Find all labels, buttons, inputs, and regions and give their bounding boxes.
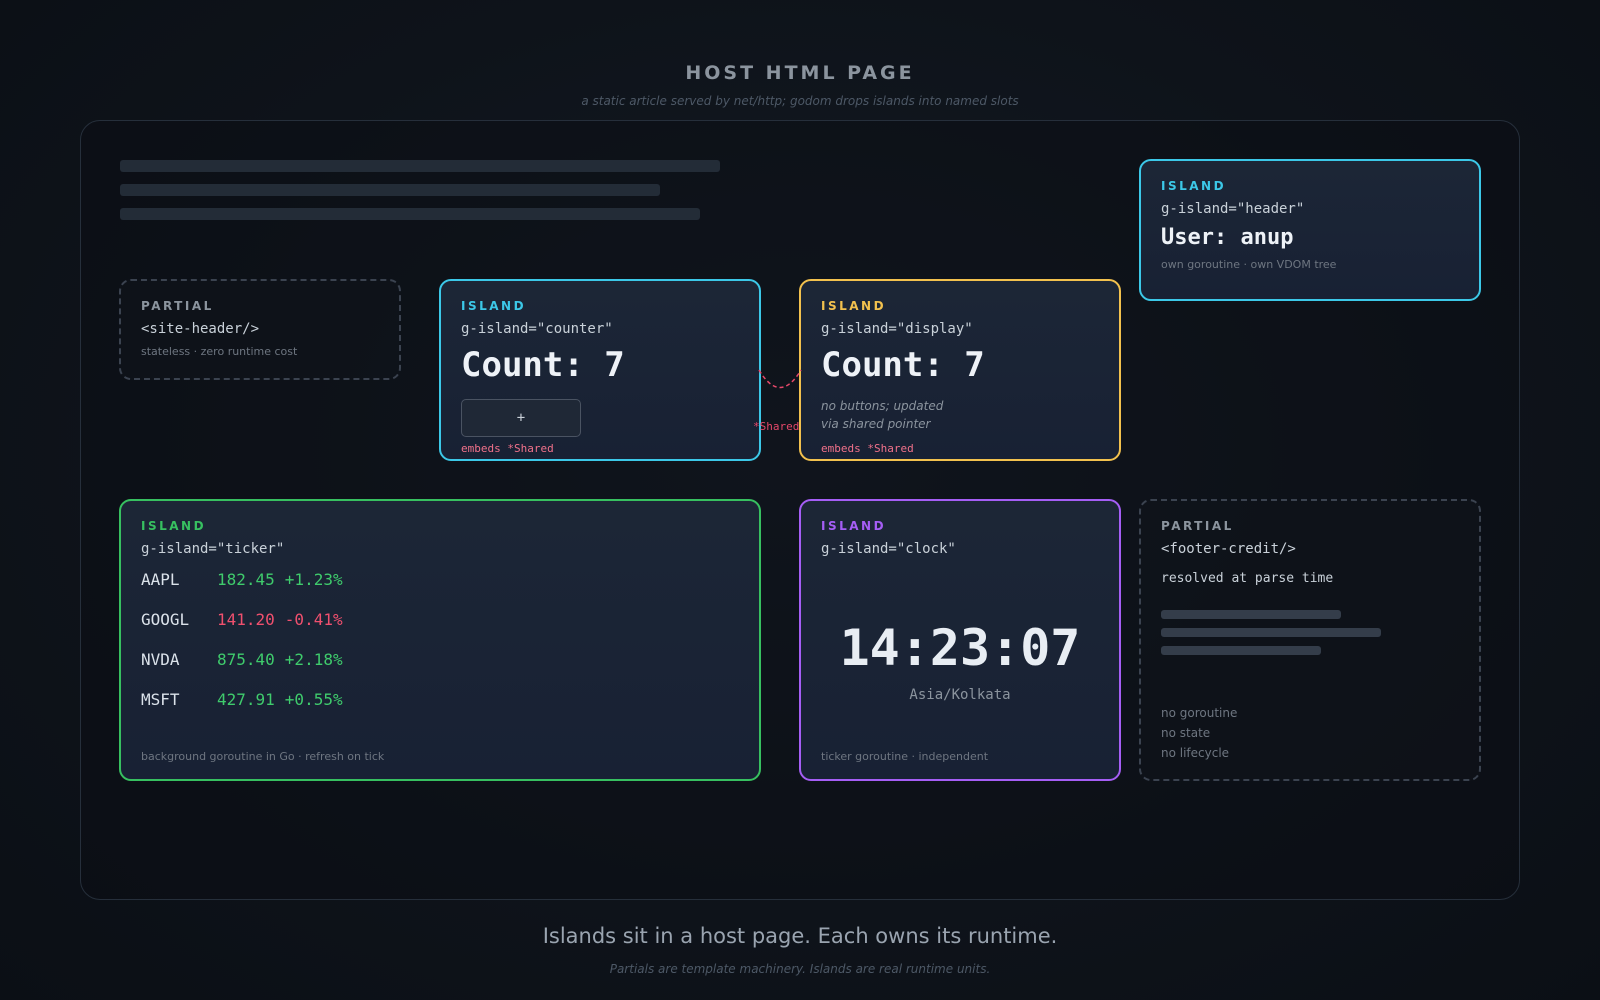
ticker-symbol: AAPL bbox=[141, 569, 180, 589]
ticker-row: MSFT 427.91 +0.55% bbox=[141, 679, 739, 719]
display-note-line-1: no buttons; updated bbox=[821, 399, 944, 413]
ticker-island: ISLAND g-island="ticker" AAPL 182.45 +1.… bbox=[119, 499, 761, 781]
partial-content-placeholder-3 bbox=[1161, 646, 1321, 655]
header-island: ISLAND g-island="header" User: anup own … bbox=[1139, 159, 1481, 301]
island-attribute: g-island="counter" bbox=[461, 321, 613, 337]
ticker-symbol: MSFT bbox=[141, 689, 180, 709]
island-note: background goroutine in Go · refresh on … bbox=[141, 750, 385, 763]
display-value: Count: 7 bbox=[821, 345, 985, 385]
footer-credit-partial: PARTIAL <footer-credit/> resolved at par… bbox=[1139, 499, 1481, 781]
ticker-change: +1.23% bbox=[284, 569, 343, 589]
island-kind-label: ISLAND bbox=[821, 299, 887, 313]
island-kind-label: ISLAND bbox=[461, 299, 527, 313]
island-note: ticker goroutine · independent bbox=[821, 750, 989, 763]
counter-island: ISLAND g-island="counter" Count: 7 + emb… bbox=[439, 279, 761, 461]
embeds-shared-label: embeds *Shared bbox=[821, 442, 914, 455]
article-text-placeholder-3 bbox=[120, 208, 700, 220]
resolved-note: resolved at parse time bbox=[1161, 571, 1334, 586]
partial-tag: <footer-credit/> bbox=[1161, 541, 1296, 557]
ticker-symbol: NVDA bbox=[141, 649, 180, 669]
clock-time: 14:23:07 bbox=[839, 619, 1081, 677]
partial-content-placeholder-2 bbox=[1161, 628, 1381, 637]
header-user-value: User: anup bbox=[1161, 225, 1294, 250]
partial-kind-label: PARTIAL bbox=[141, 299, 214, 313]
island-attribute: g-island="display" bbox=[821, 321, 973, 337]
ticker-change: +2.18% bbox=[284, 649, 343, 669]
ticker-price: 141.20 bbox=[217, 609, 275, 629]
display-island: ISLAND g-island="display" Count: 7 no bu… bbox=[799, 279, 1121, 461]
ticker-price: 182.45 bbox=[217, 569, 275, 589]
partial-notes: no goroutine no state no lifecycle bbox=[1161, 703, 1237, 763]
ticker-row: GOOGL 141.20 -0.41% bbox=[141, 599, 739, 639]
ticker-price: 875.40 bbox=[217, 649, 275, 669]
clock-island: ISLAND g-island="clock" 14:23:07 Asia/Ko… bbox=[799, 499, 1121, 781]
partial-note: no state bbox=[1161, 726, 1211, 740]
shared-pointer-connector bbox=[758, 369, 802, 389]
embeds-shared-label: embeds *Shared bbox=[461, 442, 554, 455]
increment-button[interactable]: + bbox=[461, 399, 581, 437]
island-attribute: g-island="ticker" bbox=[141, 541, 285, 557]
partial-note: no lifecycle bbox=[1161, 746, 1230, 760]
display-note-line-2: via shared pointer bbox=[821, 417, 931, 431]
counter-value: Count: 7 bbox=[461, 345, 625, 385]
island-attribute: g-island="header" bbox=[1161, 201, 1305, 217]
page-title: HOST HTML PAGE bbox=[685, 62, 915, 84]
ticker-price: 427.91 bbox=[217, 689, 275, 709]
site-header-partial: PARTIAL <site-header/> stateless · zero … bbox=[119, 279, 401, 380]
ticker-symbol: GOOGL bbox=[141, 609, 190, 629]
clock-timezone: Asia/Kolkata bbox=[909, 687, 1011, 703]
island-kind-label: ISLAND bbox=[141, 519, 207, 533]
shared-pointer-label: *Shared bbox=[753, 420, 800, 433]
partial-kind-label: PARTIAL bbox=[1161, 519, 1234, 533]
island-note: own goroutine · own VDOM tree bbox=[1161, 258, 1337, 271]
ticker-change: -0.41% bbox=[284, 609, 343, 629]
ticker-row: NVDA 875.40 +2.18% bbox=[141, 639, 739, 679]
partial-tag: <site-header/> bbox=[141, 321, 260, 337]
footer-subtitle: Partials are template machinery. Islands… bbox=[609, 962, 991, 976]
ticker-row: AAPL 182.45 +1.23% bbox=[141, 559, 739, 599]
footer-title: Islands sit in a host page. Each owns it… bbox=[542, 924, 1058, 948]
partial-content-placeholder-1 bbox=[1161, 610, 1341, 619]
island-attribute: g-island="clock" bbox=[821, 541, 956, 557]
ticker-list: AAPL 182.45 +1.23% GOOGL 141.20 -0.41% N… bbox=[141, 559, 739, 719]
ticker-change: +0.55% bbox=[284, 689, 343, 709]
island-kind-label: ISLAND bbox=[1161, 179, 1227, 193]
partial-note: no goroutine bbox=[1161, 706, 1238, 720]
article-text-placeholder-1 bbox=[120, 160, 720, 172]
page-subtitle: a static article served by net/http; god… bbox=[581, 94, 1019, 108]
partial-note: stateless · zero runtime cost bbox=[141, 345, 298, 358]
island-kind-label: ISLAND bbox=[821, 519, 887, 533]
article-text-placeholder-2 bbox=[120, 184, 660, 196]
